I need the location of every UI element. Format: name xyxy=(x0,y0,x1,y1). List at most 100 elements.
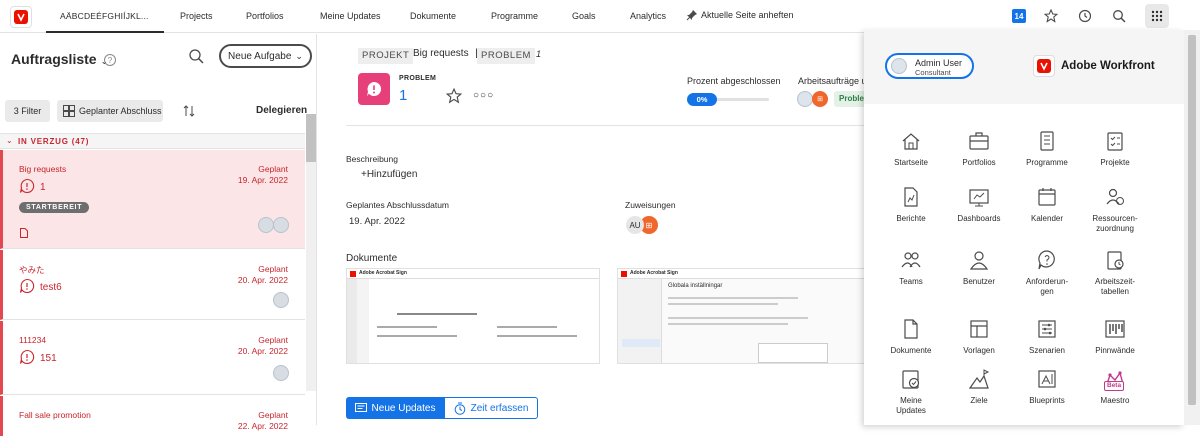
planned-completion-button[interactable]: Geplanter Abschluss xyxy=(57,100,163,122)
app-tile-calendar[interactable]: Kalender xyxy=(1013,186,1081,224)
nav-item-programs[interactable]: Programme xyxy=(491,11,538,21)
search-icon[interactable] xyxy=(1110,7,1128,25)
nav-item-portfolios[interactable]: Portfolios xyxy=(246,11,284,21)
app-label: Dokumente xyxy=(890,346,932,355)
nav-item-alphabet[interactable]: AÄBCDEÉFGHIÍJKL... xyxy=(46,0,164,33)
panel-header: Admin User Consultant Adobe Workfront xyxy=(864,30,1184,104)
favorite-star-icon[interactable] xyxy=(445,87,463,109)
document-thumbnail[interactable]: Adobe Acrobat Sign xyxy=(346,268,600,364)
more-options-icon[interactable]: ○○○ xyxy=(473,90,494,101)
document-thumbnail[interactable]: Adobe Acrobat Sign Globala inställningar xyxy=(617,268,866,364)
task-title: 111234 xyxy=(19,335,47,345)
app-tile-briefcase[interactable]: Portfolios xyxy=(945,130,1013,168)
percent-complete-slider[interactable]: 0% xyxy=(687,93,769,106)
breadcrumb-issue-tag: PROBLEM xyxy=(477,48,535,64)
list-item[interactable]: 111234 Geplant 20. Apr. 2022 151 xyxy=(0,321,305,395)
app-tile-program[interactable]: Programme xyxy=(1013,130,1081,168)
breadcrumb-project-title[interactable]: Big requests | xyxy=(413,48,478,59)
task-list-pane: Auftragsliste ⌄ ? Neue Aufgabe ⌄ 3 Filter… xyxy=(0,34,317,436)
app-tile-template[interactable]: Vorlagen xyxy=(945,318,1013,356)
app-tile-board[interactable]: Pinnwände xyxy=(1081,318,1149,356)
task-title: Fall sale promotion xyxy=(19,410,91,420)
app-tile-project[interactable]: Projekte xyxy=(1081,130,1149,168)
task-date: 22. Apr. 2022 xyxy=(237,421,288,431)
app-label: Kalender xyxy=(1030,214,1064,223)
avatar xyxy=(258,217,274,233)
app-tile-report[interactable]: Berichte xyxy=(877,186,945,224)
app-tile-resource[interactable]: Ressourcen- zuordnung xyxy=(1081,186,1149,234)
user-name: Admin User xyxy=(915,58,963,68)
new-updates-label: Neue Updates xyxy=(371,402,436,414)
app-label: Szenarien xyxy=(1028,346,1066,355)
task-date: 20. Apr. 2022 xyxy=(237,346,288,356)
percent-track xyxy=(715,98,769,101)
delegate-tab[interactable]: Delegieren xyxy=(256,105,307,116)
assignments-label: Zuweisungen xyxy=(625,200,676,210)
pin-page-button[interactable]: Aktuelle Seite anheften xyxy=(686,9,794,21)
pin-icon xyxy=(686,10,697,21)
task-list-scroll-thumb[interactable] xyxy=(306,114,316,162)
app-label: Startseite xyxy=(894,158,928,167)
app-grid-icon[interactable] xyxy=(1145,4,1169,28)
nav-item-documents[interactable]: Dokumente xyxy=(410,11,456,21)
app-tile-scenario[interactable]: Szenarien xyxy=(1013,318,1081,356)
app-launcher-panel: Admin User Consultant Adobe Workfront St… xyxy=(864,30,1184,425)
user-role: Consultant xyxy=(915,68,951,77)
app-tile-updates[interactable]: Meine Updates xyxy=(877,368,945,416)
list-item[interactable]: Big requests Geplant 19. Apr. 2022 1 STA… xyxy=(0,150,305,249)
due-date-field[interactable]: 19. Apr. 2022 xyxy=(349,216,405,227)
app-tile-timesheet[interactable]: Arbeitszeit- tabellen xyxy=(1081,249,1149,297)
task-status: Geplant xyxy=(258,164,288,174)
user-profile-button[interactable]: Admin User Consultant xyxy=(885,53,974,79)
star-icon[interactable] xyxy=(1042,7,1060,25)
app-tile-user[interactable]: Benutzer xyxy=(945,249,1013,287)
task-list-title[interactable]: Auftragsliste ⌄ xyxy=(11,51,108,67)
list-item[interactable]: やみた Geplant 20. Apr. 2022 test6 xyxy=(0,250,305,320)
notification-badge[interactable]: 14 xyxy=(1012,9,1026,23)
nav-item-goals[interactable]: Goals xyxy=(572,11,596,21)
app-label: Berichte xyxy=(896,214,926,223)
app-tile-home[interactable]: Startseite xyxy=(877,130,945,168)
nav-item-analytics[interactable]: Analytics xyxy=(630,11,666,21)
workfront-logo-icon[interactable] xyxy=(10,6,32,28)
task-status: Geplant xyxy=(258,264,288,274)
template-icon xyxy=(970,320,988,338)
overdue-group-header[interactable]: ⌄ IN VERZUG (47) xyxy=(0,133,305,149)
new-task-button[interactable]: Neue Aufgabe ⌄ xyxy=(219,44,312,68)
avatar xyxy=(273,217,289,233)
log-time-button[interactable]: Zeit erfassen xyxy=(444,397,538,419)
new-updates-button[interactable]: Neue Updates xyxy=(346,397,444,419)
app-tile-dashboard[interactable]: Dashboards xyxy=(945,186,1013,224)
task-date: 20. Apr. 2022 xyxy=(237,275,288,285)
blueprint-icon xyxy=(1038,370,1056,388)
doc-heading: Globala inställningar xyxy=(668,283,723,289)
app-tile-maestro[interactable]: Beta Maestro xyxy=(1081,368,1149,406)
status-badge: STARTBEREIT xyxy=(19,202,90,213)
search-icon[interactable] xyxy=(188,48,204,69)
history-icon[interactable] xyxy=(1076,7,1094,25)
resource-icon xyxy=(1106,188,1124,205)
nav-item-updates[interactable]: Meine Updates xyxy=(320,11,381,21)
sort-icon[interactable] xyxy=(183,104,195,123)
add-description-button[interactable]: +Hinzufügen xyxy=(361,169,417,180)
list-item[interactable]: Fall sale promotion Geplant 22. Apr. 202… xyxy=(0,396,305,436)
app-tile-document[interactable]: Dokumente xyxy=(877,318,945,356)
panel-scroll-thumb[interactable] xyxy=(1188,35,1196,405)
task-number: 151 xyxy=(40,353,57,364)
assignee-avatar[interactable]: AU xyxy=(626,216,644,234)
issue-type-icon xyxy=(358,73,390,105)
acrobat-logo-icon xyxy=(350,271,356,277)
app-tile-teams[interactable]: Teams xyxy=(877,249,945,287)
issue-number[interactable]: 1 xyxy=(399,87,407,104)
app-tile-blueprint[interactable]: Blueprints xyxy=(1013,368,1081,406)
filter-button[interactable]: 3 Filter xyxy=(5,100,50,122)
app-label: Arbeitszeit- tabellen xyxy=(1094,277,1135,296)
app-tile-request[interactable]: Anforderun- gen xyxy=(1013,249,1081,297)
document-icon xyxy=(904,319,918,339)
board-icon xyxy=(1105,320,1125,338)
nav-item-projects[interactable]: Projects xyxy=(180,11,213,21)
help-icon[interactable]: ? xyxy=(104,54,116,66)
overdue-group-label: IN VERZUG (47) xyxy=(18,137,90,146)
app-tile-goals[interactable]: Ziele xyxy=(945,368,1013,406)
issue-icon xyxy=(19,349,35,370)
